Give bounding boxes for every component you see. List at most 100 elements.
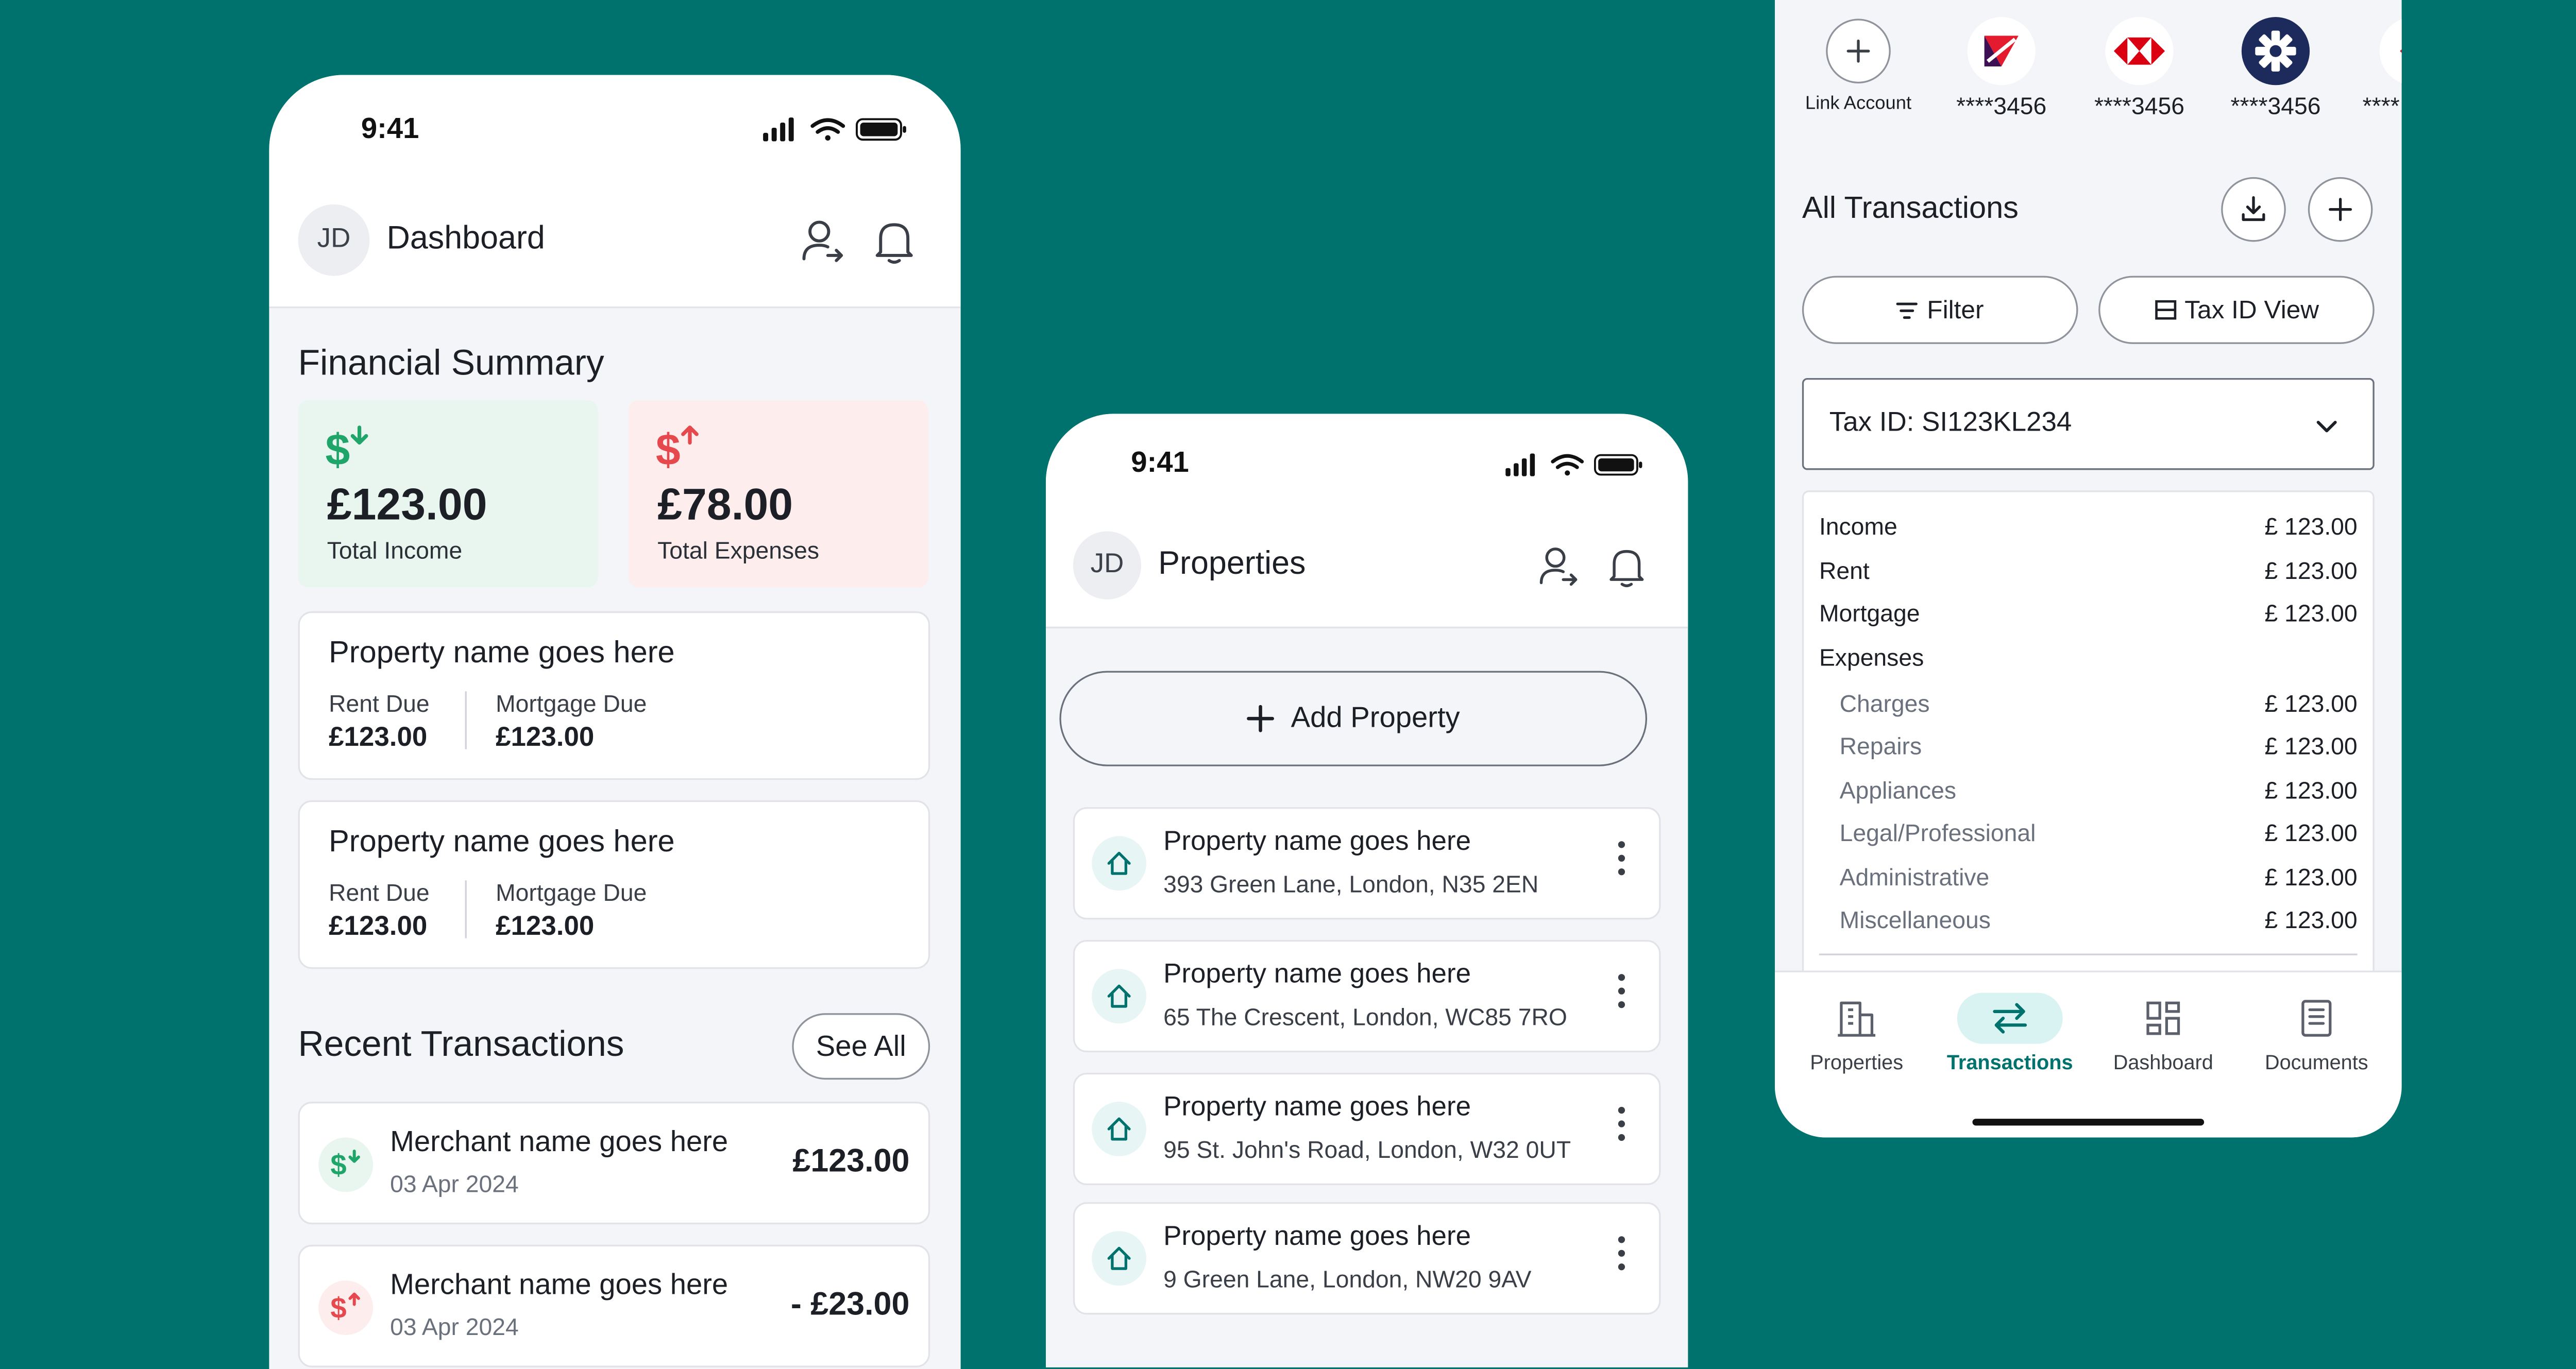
property-list-item[interactable]: Property name goes here 95 St. John's Ro… (1073, 1072, 1661, 1186)
tax-id-view-label: Tax ID View (2184, 295, 2319, 324)
nav-label: Properties (1810, 1050, 1904, 1075)
nav-documents[interactable]: Documents (2240, 1000, 2394, 1074)
total-income-label: Total Income (327, 536, 463, 564)
merchant-name: Merchant name goes here (390, 1125, 728, 1158)
add-transaction-button[interactable] (2308, 177, 2373, 242)
property-list-item[interactable]: Property name goes here 9 Green Lane, Lo… (1073, 1202, 1661, 1315)
row-label: Administrative (1839, 863, 1990, 891)
bottom-nav: Properties Transactions Dashboard Docume… (1774, 970, 2402, 1138)
rent-due-label: Rent Due (329, 878, 430, 906)
wifi-icon (1551, 454, 1584, 476)
property-list-item[interactable]: Property name goes here 393 Green Lane, … (1073, 807, 1661, 920)
nav-transactions[interactable]: Transactions (1933, 992, 2087, 1074)
link-account-button[interactable] (1826, 19, 1891, 83)
property-name: Property name goes here (1163, 960, 1471, 989)
transaction-row[interactable]: $ Merchant name goes here 03 Apr 2024 £1… (298, 1102, 930, 1225)
property-summary-card[interactable]: Property name goes here Rent Due £123.00… (298, 800, 930, 969)
dashboard-title-row: JD Dashboard (298, 204, 545, 276)
row-value: £ 123.00 (2264, 905, 2358, 933)
svg-text:$: $ (330, 1292, 346, 1324)
chevron-down-icon (2315, 414, 2338, 444)
nav-dashboard[interactable]: Dashboard (2087, 1000, 2240, 1074)
person-switch-icon[interactable] (1538, 545, 1579, 597)
nav-label: Transactions (1946, 1050, 2073, 1075)
more-options-icon[interactable] (1617, 1235, 1627, 1280)
property-name: Property name goes here (1163, 827, 1471, 857)
row-value: £ 123.00 (2264, 863, 2358, 891)
rbs-logo[interactable] (2241, 17, 2310, 85)
avatar[interactable]: JD (1073, 531, 1142, 600)
plus-icon (1246, 705, 1274, 732)
row-value: £ 123.00 (2264, 599, 2358, 627)
status-time: 9:41 (361, 112, 419, 145)
tax-summary-table: Income £ 123.00 Rent £ 123.00 Mortgage £… (1802, 490, 2375, 1001)
row-label: Expenses (1819, 643, 1924, 671)
property-address: 393 Green Lane, London, N35 2EN (1163, 870, 1539, 898)
property-summary-card[interactable]: Property name goes here Rent Due £123.00… (298, 611, 930, 780)
svg-text:$: $ (325, 425, 350, 475)
property-address: 95 St. John's Road, London, W32 0UT (1163, 1136, 1571, 1163)
total-income-amount: £123.00 (327, 478, 487, 530)
avatar[interactable]: JD (298, 204, 370, 276)
transaction-amount: £123.00 (792, 1144, 910, 1180)
row-label: Mortgage (1819, 599, 1920, 627)
home-icon (1092, 969, 1147, 1023)
svg-text:$: $ (330, 1149, 346, 1181)
more-options-icon[interactable] (1617, 1105, 1627, 1151)
mortgage-due-value: £123.00 (496, 913, 595, 942)
bank-mask: **** (2362, 92, 2400, 119)
transfer-arrows-icon (1957, 992, 2063, 1044)
tax-id-select[interactable]: Tax ID: SI123KL234 (1802, 378, 2375, 470)
property-list-item[interactable]: Property name goes here 65 The Crescent,… (1073, 939, 1661, 1053)
financial-summary-title: Financial Summary (298, 344, 604, 383)
transaction-amount: - £23.00 (790, 1287, 910, 1323)
page-title: Properties (1158, 546, 1306, 583)
plus-icon (1846, 39, 1870, 63)
home-icon (1092, 1231, 1147, 1286)
mortgage-due-value: £123.00 (496, 724, 595, 753)
bell-icon[interactable] (1608, 545, 1646, 597)
see-all-button[interactable]: See All (792, 1013, 930, 1080)
property-name: Property name goes here (1163, 1093, 1471, 1122)
transaction-row[interactable]: $ Merchant name goes here 03 Apr 2024 - … (298, 1244, 930, 1367)
more-options-icon[interactable] (1617, 972, 1627, 1018)
properties-phone: 9:41 JD Properties Add Property Property… (1045, 414, 1688, 1367)
tax-id-select-value: Tax ID: SI123KL234 (1829, 408, 2072, 438)
row-value: £ 123.00 (2264, 512, 2358, 540)
row-label: Miscellaneous (1839, 905, 1991, 933)
row-label: Rent (1819, 557, 1870, 584)
status-icons (1502, 451, 1646, 487)
merchant-name: Merchant name goes here (390, 1269, 728, 1301)
status-time: 9:41 (1131, 446, 1189, 479)
link-account-label: Link Account (1805, 93, 1912, 114)
add-property-button[interactable]: Add Property (1059, 671, 1648, 766)
recent-transactions-title: Recent Transactions (298, 1025, 624, 1065)
row-value: £ 123.00 (2264, 819, 2358, 847)
add-property-label: Add Property (1291, 701, 1460, 734)
natwest-logo[interactable] (1967, 17, 2036, 85)
row-label: Repairs (1839, 732, 1922, 760)
dashboard-header: 9:41 JD Dashboard (269, 75, 961, 309)
total-expenses-label: Total Expenses (657, 536, 820, 564)
partial-bank-logo[interactable] (2379, 17, 2402, 85)
tax-id-view-button[interactable]: Tax ID View (2098, 276, 2375, 344)
more-options-icon[interactable] (1617, 840, 1627, 885)
total-income-card[interactable]: $ £123.00 Total Income (298, 400, 598, 588)
download-button[interactable] (2221, 177, 2286, 242)
mortgage-due-label: Mortgage Due (496, 878, 647, 906)
divider (465, 691, 467, 749)
person-switch-icon[interactable] (801, 218, 845, 274)
page-title: Dashboard (386, 221, 545, 258)
property-name: Property name goes here (329, 635, 675, 670)
document-icon (2240, 1000, 2394, 1040)
nav-properties[interactable]: Properties (1780, 1000, 1934, 1074)
bell-icon[interactable] (874, 218, 914, 274)
hsbc-logo[interactable] (2105, 17, 2174, 85)
row-value: £ 123.00 (2264, 776, 2358, 804)
bank-mask: ****3456 (2230, 92, 2321, 119)
signal-icon (763, 117, 794, 142)
rent-due-label: Rent Due (329, 689, 430, 717)
total-expenses-card[interactable]: $ £78.00 Total Expenses (628, 400, 928, 588)
filter-button[interactable]: Filter (1802, 276, 2078, 344)
property-name: Property name goes here (329, 824, 675, 859)
